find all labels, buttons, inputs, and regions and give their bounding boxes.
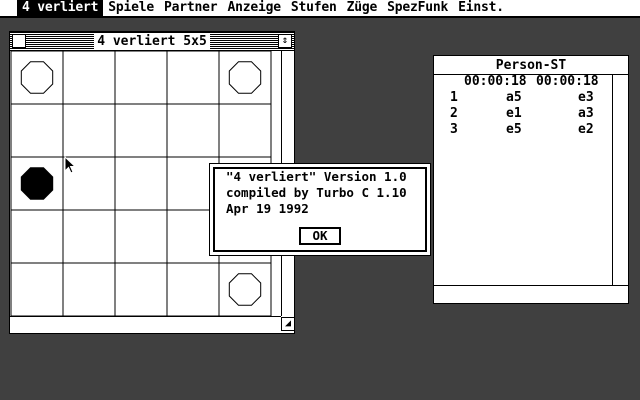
moves-window-titlebar[interactable]: Person-ST bbox=[434, 56, 628, 75]
move-black: e2 bbox=[578, 122, 594, 137]
board-horizontal-scrollbar[interactable] bbox=[10, 316, 281, 330]
menu-partner[interactable]: Partner bbox=[159, 0, 222, 16]
about-line-2: compiled by Turbo C 1.10 bbox=[226, 185, 407, 200]
move-white: e5 bbox=[506, 122, 522, 137]
ok-button[interactable]: OK bbox=[299, 227, 341, 245]
time-black: 00:00:18 bbox=[536, 74, 599, 89]
menu-spiele[interactable]: Spiele bbox=[103, 0, 159, 16]
white-piece[interactable] bbox=[228, 273, 262, 306]
menu-4-verliert[interactable]: 4 verliert bbox=[17, 0, 104, 16]
size-box-icon[interactable]: ◢ bbox=[281, 317, 295, 331]
about-line-3: Apr 19 1992 bbox=[226, 201, 309, 216]
move-number: 3 bbox=[450, 122, 458, 137]
board-window-title: 4 verliert 5x5 bbox=[94, 33, 210, 49]
move-number: 1 bbox=[450, 90, 458, 105]
moves-vertical-scrollbar[interactable] bbox=[612, 74, 629, 285]
moves-horizontal-scrollbar[interactable] bbox=[434, 285, 628, 304]
menu-stufen[interactable]: Stufen bbox=[286, 0, 342, 16]
board-window-titlebar[interactable]: 4 verliert 5x5 ⇕ bbox=[10, 32, 294, 51]
menu-bar: 4 verliert Spiele Partner Anzeige Stufen… bbox=[0, 0, 640, 18]
full-box-icon[interactable]: ⇕ bbox=[278, 34, 292, 48]
move-number: 2 bbox=[450, 106, 458, 121]
white-piece[interactable] bbox=[228, 61, 262, 94]
about-line-1: "4 verliert" Version 1.0 bbox=[226, 169, 407, 184]
move-black: e3 bbox=[578, 90, 594, 105]
menu-zuege[interactable]: Züge bbox=[342, 0, 383, 16]
move-white: a5 bbox=[506, 90, 522, 105]
menu-spezfunk[interactable]: SpezFunk bbox=[382, 0, 453, 16]
mouse-pointer-icon bbox=[64, 156, 76, 174]
white-piece[interactable] bbox=[20, 61, 54, 94]
black-piece[interactable] bbox=[20, 167, 54, 200]
time-white: 00:00:18 bbox=[464, 74, 527, 89]
menu-anzeige[interactable]: Anzeige bbox=[222, 0, 285, 16]
moves-window: Person-ST 00:00:18 00:00:18 1 a5 e3 2 e1… bbox=[433, 55, 629, 304]
close-box-icon[interactable] bbox=[12, 34, 26, 48]
menu-einst[interactable]: Einst. bbox=[453, 0, 509, 16]
move-white: e1 bbox=[506, 106, 522, 121]
move-black: a3 bbox=[578, 106, 594, 121]
moves-window-title: Person-ST bbox=[492, 57, 570, 73]
